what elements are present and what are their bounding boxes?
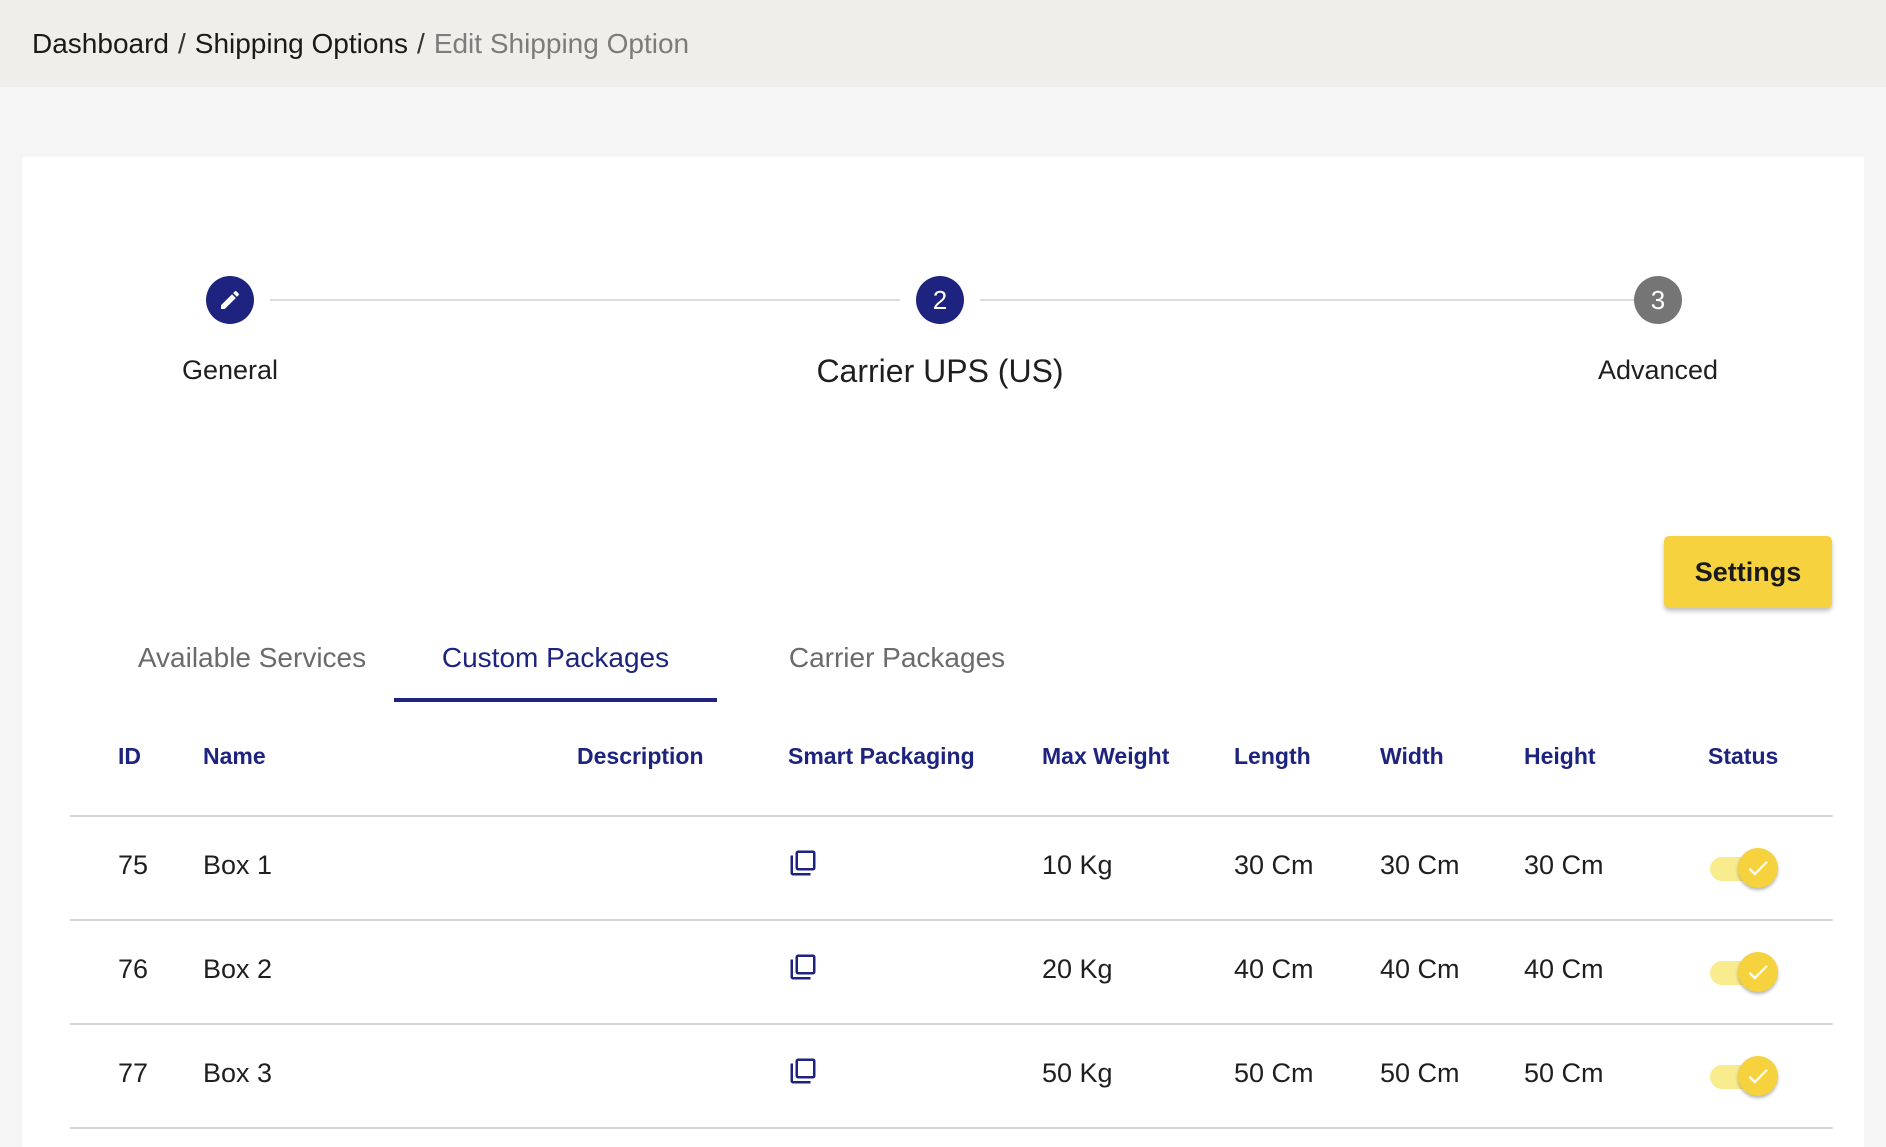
table-row-divider bbox=[70, 919, 1833, 921]
table-row-divider bbox=[70, 1127, 1833, 1129]
cell-length: 40 Cm bbox=[1234, 954, 1314, 984]
status-toggle[interactable] bbox=[1706, 950, 1780, 994]
checkmark-icon bbox=[1748, 861, 1768, 876]
cell-id: 76 bbox=[118, 954, 149, 984]
tab-available-services[interactable]: Available Services bbox=[102, 617, 402, 699]
checkmark-icon bbox=[1748, 965, 1768, 980]
cell-name: Box 1 bbox=[203, 850, 273, 880]
cell-max-weight: 50 Kg bbox=[1042, 1058, 1113, 1088]
column-header-height[interactable]: Height bbox=[1524, 743, 1596, 770]
column-header-max-weight[interactable]: Max Weight bbox=[1042, 743, 1169, 770]
cell-height: 50 Cm bbox=[1524, 1058, 1604, 1088]
toggle-knob bbox=[1738, 848, 1778, 888]
cell-id: 75 bbox=[118, 850, 149, 880]
column-header-length[interactable]: Length bbox=[1234, 743, 1311, 770]
cell-max-weight: 20 Kg bbox=[1042, 954, 1113, 984]
step-advanced-label: Advanced bbox=[1597, 355, 1719, 385]
active-tab-indicator bbox=[394, 698, 717, 702]
toggle-knob bbox=[1738, 1056, 1778, 1096]
cell-length: 30 Cm bbox=[1234, 850, 1314, 880]
column-header-id[interactable]: ID bbox=[118, 743, 141, 770]
copy-icon[interactable] bbox=[788, 848, 818, 878]
step-carrier-label: Carrier UPS (US) bbox=[816, 353, 1064, 389]
breadcrumb-current: Edit Shipping Option bbox=[433, 27, 690, 59]
tab-carrier-packages[interactable]: Carrier Packages bbox=[732, 617, 1062, 699]
table-header-divider bbox=[70, 815, 1833, 817]
step-general-label: General bbox=[181, 355, 279, 385]
breadcrumb: Dashboard / Shipping Options / Edit Ship… bbox=[0, 0, 1886, 87]
column-header-width[interactable]: Width bbox=[1380, 743, 1444, 770]
breadcrumb-shipping-options[interactable]: Shipping Options bbox=[195, 28, 408, 60]
breadcrumb-separator: / bbox=[417, 27, 425, 59]
stepper-connector bbox=[980, 299, 1640, 301]
cell-width: 30 Cm bbox=[1380, 850, 1460, 880]
toggle-knob bbox=[1738, 952, 1778, 992]
cell-name: Box 2 bbox=[203, 954, 273, 984]
column-header-name[interactable]: Name bbox=[203, 743, 266, 770]
breadcrumb-dashboard[interactable]: Dashboard bbox=[32, 28, 169, 60]
copy-icon[interactable] bbox=[788, 1056, 818, 1086]
cell-length: 50 Cm bbox=[1234, 1058, 1314, 1088]
step-carrier-circle[interactable]: 2 bbox=[916, 276, 964, 324]
column-header-status[interactable]: Status bbox=[1708, 743, 1778, 770]
cell-name: Box 3 bbox=[203, 1058, 273, 1088]
stepper-connector bbox=[270, 299, 900, 301]
cell-id: 77 bbox=[118, 1058, 149, 1088]
settings-button[interactable]: Settings bbox=[1664, 536, 1832, 608]
status-toggle[interactable] bbox=[1706, 846, 1780, 890]
step-general-circle[interactable] bbox=[206, 276, 254, 324]
cell-width: 50 Cm bbox=[1380, 1058, 1460, 1088]
cell-height: 30 Cm bbox=[1524, 850, 1604, 880]
copy-icon[interactable] bbox=[788, 952, 818, 982]
cell-height: 40 Cm bbox=[1524, 954, 1604, 984]
step-advanced-circle[interactable]: 3 bbox=[1634, 276, 1682, 324]
cell-width: 40 Cm bbox=[1380, 954, 1460, 984]
column-header-smart-packaging[interactable]: Smart Packaging bbox=[788, 743, 975, 770]
breadcrumb-separator: / bbox=[177, 27, 186, 59]
status-toggle[interactable] bbox=[1706, 1054, 1780, 1098]
checkmark-icon bbox=[1748, 1069, 1768, 1084]
tab-custom-packages[interactable]: Custom Packages bbox=[394, 617, 717, 699]
column-header-description[interactable]: Description bbox=[577, 743, 704, 770]
pencil-icon bbox=[221, 290, 240, 309]
table-row-divider bbox=[70, 1023, 1833, 1025]
cell-max-weight: 10 Kg bbox=[1042, 850, 1113, 880]
main-card: General 2 Carrier UPS (US) 3 Advanced Se… bbox=[22, 157, 1864, 1147]
